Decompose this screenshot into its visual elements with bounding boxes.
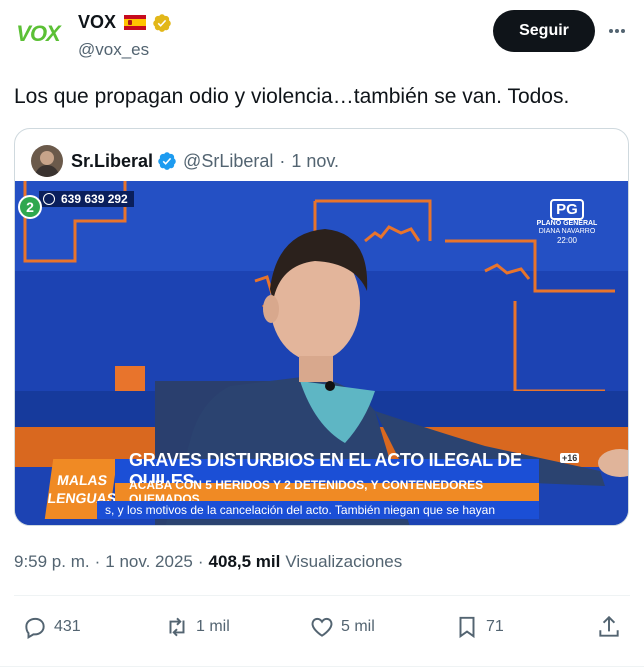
repost-icon [169,617,185,637]
pg-line1: PLANO GENERAL [536,220,598,227]
pg-line2: DIANA NAVARRO [538,228,596,235]
quoted-tweet-date: 1 nov. [291,150,340,171]
views-count: 408,5 mil [208,552,281,571]
quoted-author-handle: @SrLiberal [183,150,274,171]
author-display-name[interactable]: VOX [78,12,116,33]
follow-button[interactable]: Seguir [493,10,595,52]
channel-logo: 2 [18,195,42,219]
reply-count: 431 [54,618,81,635]
author-handle[interactable]: @vox_es [78,40,149,60]
repost-count: 1 mil [196,618,230,635]
tweet-date[interactable]: 1 nov. 2025 [105,552,193,572]
tweet-meta: 9:59 p. m. · 1 nov. 2025 · 408,5 mil Vis… [14,552,402,572]
channel-number: 2 [26,199,34,215]
show-logo-line1: MALAS [56,472,109,488]
reply-icon [25,617,45,640]
program-rating-badge: PG PLANO GENERAL DIANA NAVARRO 22:00 [536,199,598,245]
spain-flag-icon [124,15,147,30]
bookmark-icon [459,616,475,639]
bookmark-count: 71 [486,618,504,635]
views-label: Visualizaciones [285,552,403,571]
pg-time: 22:00 [556,236,578,245]
quoted-tweet[interactable]: Sr.Liberal @SrLiberal · 1 nov. 639 639 2… [14,128,629,526]
reply-button[interactable]: 431 [22,614,81,640]
bookmark-button[interactable]: 71 [454,614,504,640]
heart-icon [311,617,333,637]
phone-number-badge: 639 639 292 [39,191,134,207]
verified-gold-icon[interactable] [152,13,172,33]
share-button[interactable] [596,614,622,640]
separator-dot: · [279,150,286,171]
more-options-icon[interactable] [604,18,630,44]
author-avatar[interactable]: VOX [14,10,62,58]
tweet-time[interactable]: 9:59 p. m. [14,552,90,572]
age-rating-badge: +16 [560,453,580,463]
tv-subheadline: ACABA CON 5 HERIDOS Y 2 DETENIDOS, Y CON… [115,478,539,506]
like-count: 5 mil [341,618,375,635]
author-name-row: VOX [78,12,172,33]
quoted-tweet-header: Sr.Liberal @SrLiberal · 1 nov. [31,145,339,177]
meta-separator-2: · [197,552,204,571]
share-icon [599,615,619,637]
vox-logo: VOX [16,21,60,46]
quoted-author-avatar [31,145,63,177]
verified-blue-icon [158,152,176,170]
divider [14,595,630,596]
pg-label: PG [550,199,584,220]
meta-separator: · [94,552,101,571]
tweet-text: Los que propagan odio y violencia…tambié… [14,85,570,108]
phone-number: 639 639 292 [61,192,128,206]
tv-lower-third: MALAS LENGUAS GRAVES DISTURBIOS EN EL AC… [44,450,539,519]
tweet-actions: 431 1 mil 5 mil 71 [14,610,630,648]
tv-ticker: s, y los motivos de la cancelación del a… [97,501,539,519]
tweet-header: VOX VOX @vox_es Seguir [0,0,644,72]
like-button[interactable]: 5 mil [309,614,375,640]
repost-button[interactable]: 1 mil [164,614,230,640]
quoted-author-name: Sr.Liberal [71,150,154,171]
quoted-tweet-media[interactable]: 639 639 292 PG PLANO GENERAL DIANA NAVAR… [15,181,628,525]
